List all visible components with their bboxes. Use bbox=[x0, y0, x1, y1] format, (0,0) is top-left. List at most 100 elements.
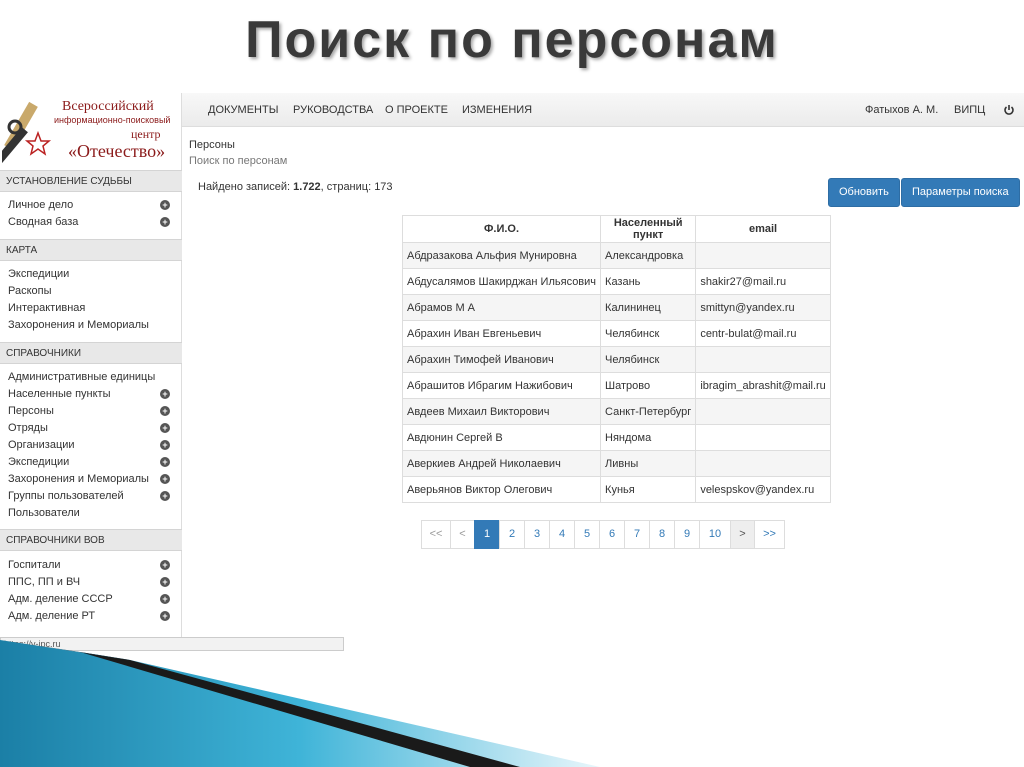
site-logo[interactable]: Всероссийский информационно-поисковый це… bbox=[0, 93, 182, 170]
sidebar-item-label: Населенные пункты bbox=[8, 388, 111, 400]
nav-manuals[interactable]: РУКОВОДСТВА bbox=[293, 104, 373, 116]
page-button-5[interactable]: 5 bbox=[574, 520, 600, 549]
plus-icon[interactable]: + bbox=[160, 474, 170, 484]
plus-icon[interactable]: + bbox=[160, 457, 170, 467]
table-row[interactable]: Абрахин Тимофей Иванович Челябинск bbox=[401, 346, 831, 373]
cell-name: Абдусалямов Шакирджан Ильясович bbox=[401, 268, 602, 295]
sidebar-item-summary-base[interactable]: Сводная база + bbox=[8, 214, 178, 231]
column-header-email[interactable]: email bbox=[695, 215, 831, 243]
cell-email bbox=[695, 424, 831, 451]
page-last-button[interactable]: >> bbox=[754, 520, 785, 549]
sidebar-item-label: Сводная база bbox=[8, 216, 79, 228]
page-button-4[interactable]: 4 bbox=[549, 520, 575, 549]
sidebar-item-organizations[interactable]: Организации + bbox=[8, 437, 178, 454]
page-button-3[interactable]: 3 bbox=[524, 520, 550, 549]
nav-documents[interactable]: ДОКУМЕНТЫ bbox=[208, 104, 278, 116]
sidebar-item-label: Организации bbox=[8, 439, 75, 451]
plus-icon[interactable]: + bbox=[160, 389, 170, 399]
sidebar-item-rt-division[interactable]: Адм. деление РТ + bbox=[8, 608, 178, 625]
sidebar-item-squads[interactable]: Отряды + bbox=[8, 420, 178, 437]
page-first-button[interactable]: << bbox=[421, 520, 451, 549]
table-row[interactable]: Абрамов М А Калининец smittyn@yandex.ru bbox=[401, 294, 831, 321]
plus-icon[interactable]: + bbox=[160, 611, 170, 621]
refresh-button[interactable]: Обновить bbox=[828, 178, 900, 207]
plus-icon[interactable]: + bbox=[160, 577, 170, 587]
cell-settlement: Челябинск bbox=[600, 320, 697, 347]
plus-icon[interactable]: + bbox=[160, 217, 170, 227]
table-row[interactable]: Абрашитов Ибрагим Нажибович Шатрово ibragi… bbox=[401, 372, 831, 399]
sidebar-section-references[interactable]: СПРАВОЧНИКИ bbox=[0, 342, 182, 364]
sidebar-item-settlements[interactable]: Населенные пункты + bbox=[8, 386, 178, 403]
browser-screenshot: Всероссийский информационно-поисковый це… bbox=[0, 93, 1024, 653]
sidebar-item-burials-ref[interactable]: Захоронения и Мемориалы + bbox=[8, 471, 178, 488]
table-row[interactable]: Аверьянов Виктор Олегович Кунья velespskov… bbox=[401, 476, 831, 503]
page-button-8[interactable]: 8 bbox=[649, 520, 675, 549]
breadcrumb-section[interactable]: Персоны bbox=[189, 139, 235, 151]
sidebar-item-users[interactable]: Пользователи bbox=[8, 505, 178, 522]
cell-settlement: Калининец bbox=[600, 294, 697, 321]
page-next-button[interactable]: > bbox=[730, 520, 755, 549]
plus-icon[interactable]: + bbox=[160, 560, 170, 570]
sidebar-item-burials[interactable]: Захоронения и Мемориалы bbox=[8, 317, 178, 334]
plus-icon[interactable]: + bbox=[160, 594, 170, 604]
cell-email bbox=[695, 450, 831, 477]
logo-emblem-icon bbox=[2, 101, 52, 163]
page-button-10[interactable]: 10 bbox=[699, 520, 731, 549]
cell-settlement: Кунья bbox=[600, 476, 697, 503]
sidebar-section-fate[interactable]: УСТАНОВЛЕНИЕ СУДЬБЫ bbox=[0, 170, 182, 192]
sidebar-item-military-units[interactable]: ППС, ПП и ВЧ + bbox=[8, 574, 178, 591]
sidebar-item-expeditions-ref[interactable]: Экспедиции + bbox=[8, 454, 178, 471]
sidebar-item-personal-file[interactable]: Личное дело + bbox=[8, 197, 178, 214]
table-row[interactable]: Абрахин Иван Евгеньевич Челябинск centr-bu… bbox=[401, 320, 831, 347]
user-name[interactable]: Фатыхов А. М. bbox=[865, 104, 938, 116]
sidebar-item-hospitals[interactable]: Госпитали + bbox=[8, 557, 178, 574]
page-button-2[interactable]: 2 bbox=[499, 520, 525, 549]
page-prev-button[interactable]: < bbox=[450, 520, 475, 549]
table-row[interactable]: Абдусалямов Шакирджан Ильясович Казань sha… bbox=[401, 268, 831, 295]
sidebar-item-label: Экспедиции bbox=[8, 456, 70, 468]
column-header-name[interactable]: Ф.И.О. bbox=[401, 215, 602, 243]
cell-settlement: Челябинск bbox=[600, 346, 697, 373]
results-count: 1.722 bbox=[293, 181, 321, 193]
org-name[interactable]: ВИПЦ bbox=[954, 104, 985, 116]
sidebar-item-label: ППС, ПП и ВЧ bbox=[8, 576, 81, 588]
sidebar-item-user-groups[interactable]: Группы пользователей + bbox=[8, 488, 178, 505]
slide-title: Поиск по персонам bbox=[245, 11, 779, 69]
sidebar-item-label: Персоны bbox=[8, 405, 54, 417]
nav-about[interactable]: О ПРОЕКТЕ bbox=[385, 104, 448, 116]
page-button-7[interactable]: 7 bbox=[624, 520, 650, 549]
sidebar-section-map[interactable]: КАРТА bbox=[0, 239, 182, 261]
sidebar-item-admin-units[interactable]: Административные единицы bbox=[8, 369, 178, 386]
search-params-button[interactable]: Параметры поиска bbox=[901, 178, 1020, 207]
cell-email: ibragim_abrashit@mail.ru bbox=[695, 372, 831, 399]
plus-icon[interactable]: + bbox=[160, 406, 170, 416]
plus-icon[interactable]: + bbox=[160, 423, 170, 433]
page-button-6[interactable]: 6 bbox=[599, 520, 625, 549]
plus-icon[interactable]: + bbox=[160, 491, 170, 501]
cell-settlement: Санкт-Петербург bbox=[600, 398, 697, 425]
sidebar-item-expeditions[interactable]: Экспедиции bbox=[8, 266, 178, 283]
nav-changes[interactable]: ИЗМЕНЕНИЯ bbox=[462, 104, 532, 116]
table-row[interactable]: Аверкиев Андрей Николаевич Ливны bbox=[401, 450, 831, 477]
sidebar-item-excavations[interactable]: Раскопы bbox=[8, 283, 178, 300]
logo-text-line3: центр bbox=[131, 127, 161, 141]
table-row[interactable]: Абдразакова Альфия Мунировна Александровк… bbox=[401, 242, 831, 269]
plus-icon[interactable]: + bbox=[160, 200, 170, 210]
table-row[interactable]: Авдюнин Сергей В Няндома bbox=[401, 424, 831, 451]
plus-icon[interactable]: + bbox=[160, 440, 170, 450]
sidebar-section-wwii-references[interactable]: СПРАВОЧНИКИ ВОВ bbox=[0, 529, 182, 551]
sidebar-item-label: Группы пользователей bbox=[8, 490, 124, 502]
sidebar-item-label: Госпитали bbox=[8, 559, 61, 571]
sidebar-item-interactive[interactable]: Интерактивная bbox=[8, 300, 178, 317]
page-button-9[interactable]: 9 bbox=[674, 520, 700, 549]
sidebar-item-ussr-division[interactable]: Адм. деление СССР + bbox=[8, 591, 178, 608]
logo-text-line4: «Отечество» bbox=[68, 141, 166, 161]
table-row[interactable]: Авдеев Михаил Викторович Санкт-Петербург bbox=[401, 398, 831, 425]
page-button-1[interactable]: 1 bbox=[474, 520, 500, 549]
cell-name: Абрахин Иван Евгеньевич bbox=[401, 320, 602, 347]
power-icon[interactable] bbox=[1003, 104, 1015, 116]
column-header-settlement[interactable]: Населенный пункт bbox=[600, 215, 697, 243]
cell-email: shakir27@mail.ru bbox=[695, 268, 831, 295]
results-summary: Найдено записей: 1.722, страниц: 173 bbox=[198, 181, 393, 193]
sidebar-item-persons[interactable]: Персоны + bbox=[8, 403, 178, 420]
